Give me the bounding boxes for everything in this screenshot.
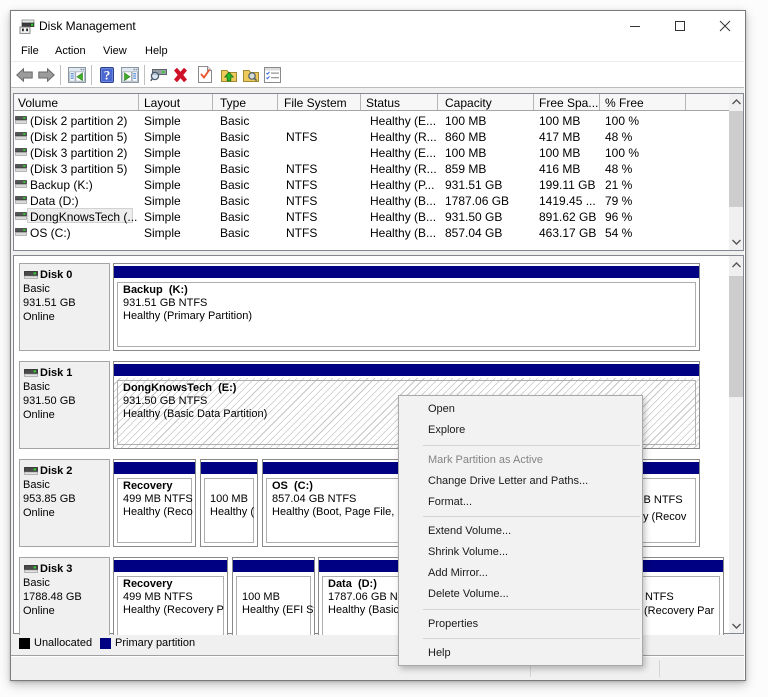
svg-text:?: ? bbox=[104, 68, 111, 83]
